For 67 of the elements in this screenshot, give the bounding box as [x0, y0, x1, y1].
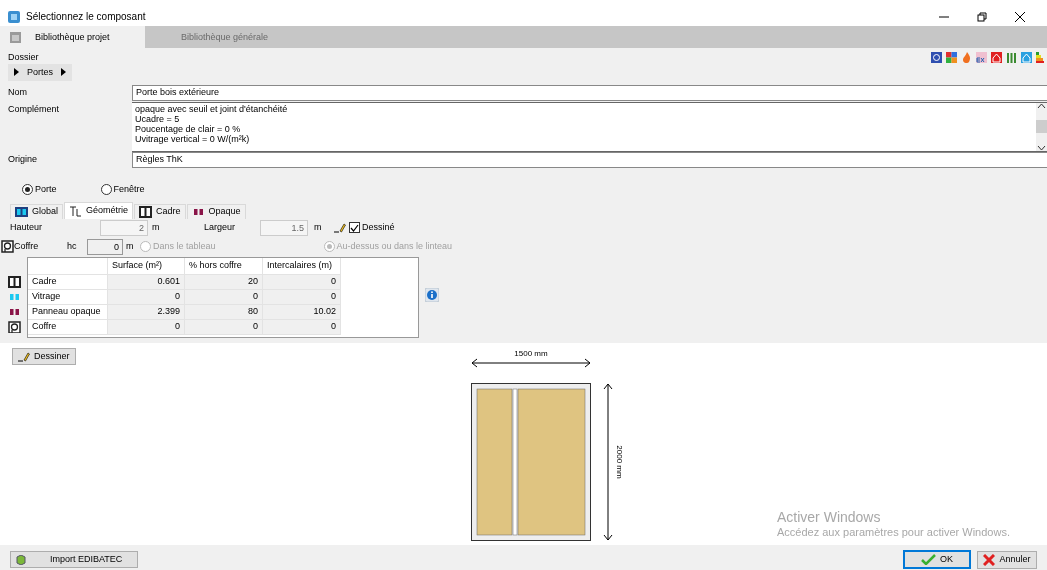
energy-label-icon[interactable]: [1036, 52, 1047, 63]
caret-icon: [14, 68, 19, 77]
close-icon: [983, 553, 996, 566]
shutter-box-icon: [1, 240, 14, 254]
hc-field[interactable]: 0: [87, 238, 123, 255]
import-button[interactable]: Import EDIBATEC: [10, 551, 138, 569]
text-area[interactable]: opaque avec seuil et joint d'étanchéité Ucadre = 5 Poucentage de clair = 0 % Uvitrage vertical = 0 W/(m²k): [132, 101, 1047, 152]
field-label: Nom: [8, 85, 28, 98]
frame-icon: [7, 276, 21, 289]
radio-option[interactable]: Porte: [22, 183, 57, 195]
activation-title: Activer Windows: [777, 509, 882, 526]
draw-button[interactable]: Dessiner: [12, 347, 76, 365]
check-icon: [921, 554, 936, 566]
unit-label: m: [152, 222, 161, 234]
activation-text: Accédez aux paramètres pour activer Windows.: [777, 525, 1010, 539]
column-header: Intercalaires (m): [263, 257, 341, 275]
ok-button[interactable]: OK: [903, 550, 971, 570]
close-icon[interactable]: [1015, 12, 1025, 23]
unit-label: m: [314, 222, 323, 234]
dimension-label: 1500 mm: [514, 348, 548, 358]
window-icon: [15, 205, 28, 218]
cancel-button[interactable]: Annuler: [977, 550, 1037, 569]
color-grid-icon[interactable]: [946, 52, 957, 63]
scrollbar-thumb[interactable]: [1036, 120, 1047, 134]
library-tab[interactable]: Bibliothèque projet: [0, 26, 145, 48]
bars-icon[interactable]: [1006, 52, 1017, 63]
column-header: % hors coffre: [185, 257, 263, 275]
text-field[interactable]: Porte bois extérieure: [132, 84, 1047, 101]
cube-icon: [16, 554, 26, 565]
tab[interactable]: Opaque: [186, 203, 246, 219]
folder-label: Dossier: [8, 52, 39, 63]
tab[interactable]: Géométrie: [64, 201, 134, 219]
dimension-label: 2000 mm: [615, 445, 624, 479]
height-label: Hauteur: [10, 222, 44, 234]
library-icon: [10, 31, 21, 43]
dimension-icon: [69, 204, 82, 217]
field-label: Origine: [8, 152, 38, 165]
scroll-up-icon[interactable]: [1037, 102, 1046, 109]
caret-icon: [61, 68, 66, 77]
drawn-checkbox[interactable]: Dessiné: [349, 222, 395, 234]
flame-icon[interactable]: [961, 52, 972, 63]
shutter-box-icon: [7, 321, 21, 334]
radio-option[interactable]: Fenêtre: [100, 183, 145, 195]
info-icon[interactable]: [425, 287, 439, 302]
house-icon[interactable]: [991, 52, 1002, 63]
coffre-label: Coffre: [14, 241, 40, 253]
restore-icon[interactable]: [977, 12, 987, 23]
ex-icon[interactable]: [976, 52, 987, 63]
hc-label: hc: [67, 241, 78, 253]
column-header: Surface (m²): [108, 257, 185, 275]
checkmark-icon: [350, 223, 359, 232]
width-field[interactable]: 1.5: [260, 219, 308, 236]
unit-label: m: [126, 241, 135, 253]
tab[interactable]: Global: [10, 203, 63, 219]
field-label: Complément: [8, 102, 61, 115]
pencil-icon: [18, 350, 30, 362]
house-icon[interactable]: [1021, 52, 1032, 63]
app-icon: [8, 10, 20, 23]
pencil-icon: [334, 222, 346, 234]
window-title: Sélectionnez le composant: [26, 10, 147, 23]
sun-icon[interactable]: [931, 52, 942, 63]
scroll-down-icon[interactable]: [1037, 144, 1046, 151]
breadcrumb-button[interactable]: Portes: [8, 64, 72, 81]
tab[interactable]: Cadre: [134, 203, 186, 219]
frame-icon: [139, 205, 153, 218]
height-field[interactable]: 2: [100, 219, 148, 236]
width-label: Largeur: [204, 222, 237, 234]
